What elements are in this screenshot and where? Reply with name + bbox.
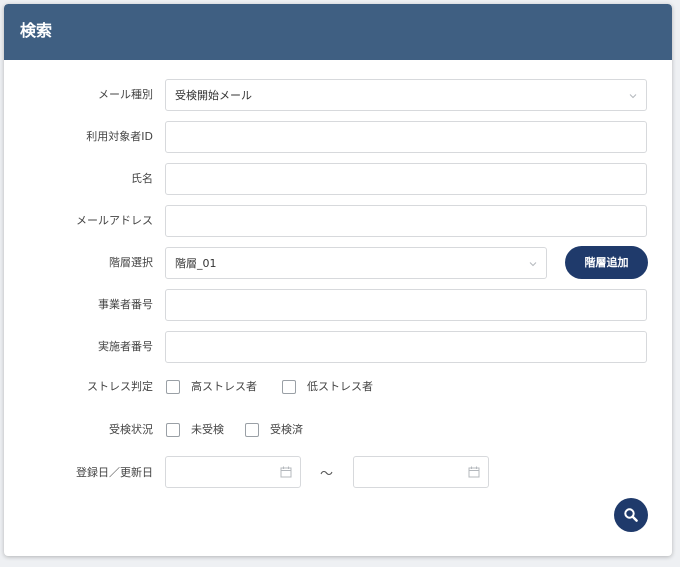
high-stress-option[interactable]: 高ストレス者	[166, 380, 257, 394]
date-separator: ～	[320, 467, 334, 482]
date-label: 登録日／更新日	[76, 466, 153, 479]
business-number-input[interactable]	[165, 289, 647, 321]
not-examined-label: 未受検	[191, 423, 224, 436]
user-id-label: 利用対象者ID	[86, 130, 153, 143]
exam-status-label: 受検状況	[109, 423, 153, 436]
high-stress-label: 高ストレス者	[191, 380, 257, 393]
search-icon	[624, 508, 638, 522]
date-to-input[interactable]	[353, 456, 489, 488]
business-number-label: 事業者番号	[98, 298, 153, 311]
implementer-number-input[interactable]	[165, 331, 647, 363]
stress-label: ストレス判定	[87, 380, 153, 393]
chevron-down-icon	[529, 262, 537, 267]
name-label: 氏名	[131, 172, 153, 185]
high-stress-checkbox[interactable]	[166, 380, 180, 394]
not-examined-checkbox[interactable]	[166, 423, 180, 437]
user-id-input[interactable]	[165, 121, 647, 153]
low-stress-label: 低ストレス者	[307, 380, 373, 393]
calendar-icon[interactable]	[468, 466, 480, 478]
not-examined-option[interactable]: 未受検	[166, 423, 224, 437]
mail-type-label: メール種別	[98, 88, 153, 101]
low-stress-checkbox[interactable]	[282, 380, 296, 394]
mail-type-value: 受検開始メール	[175, 89, 252, 102]
hierarchy-select[interactable]: 階層_01	[165, 247, 547, 279]
low-stress-option[interactable]: 低ストレス者	[282, 380, 373, 394]
hierarchy-label: 階層選択	[109, 256, 153, 269]
examined-checkbox[interactable]	[245, 423, 259, 437]
email-label: メールアドレス	[76, 214, 153, 227]
email-input[interactable]	[165, 205, 647, 237]
calendar-icon[interactable]	[280, 466, 292, 478]
panel-header: 検索	[4, 4, 672, 60]
examined-label: 受検済	[270, 423, 303, 436]
examined-option[interactable]: 受検済	[245, 423, 303, 437]
hierarchy-value: 階層_01	[175, 257, 217, 270]
chevron-down-icon	[629, 94, 637, 99]
search-panel: 検索 メール種別 受検開始メール 利用対象者ID 氏名 メールアドレス 階層選択…	[4, 4, 672, 556]
add-hierarchy-button[interactable]: 階層追加	[565, 246, 648, 279]
implementer-number-label: 実施者番号	[98, 340, 153, 353]
name-input[interactable]	[165, 163, 647, 195]
mail-type-select[interactable]: 受検開始メール	[165, 79, 647, 111]
date-from-input[interactable]	[165, 456, 301, 488]
search-button[interactable]	[614, 498, 648, 532]
panel-title: 検索	[20, 21, 53, 40]
